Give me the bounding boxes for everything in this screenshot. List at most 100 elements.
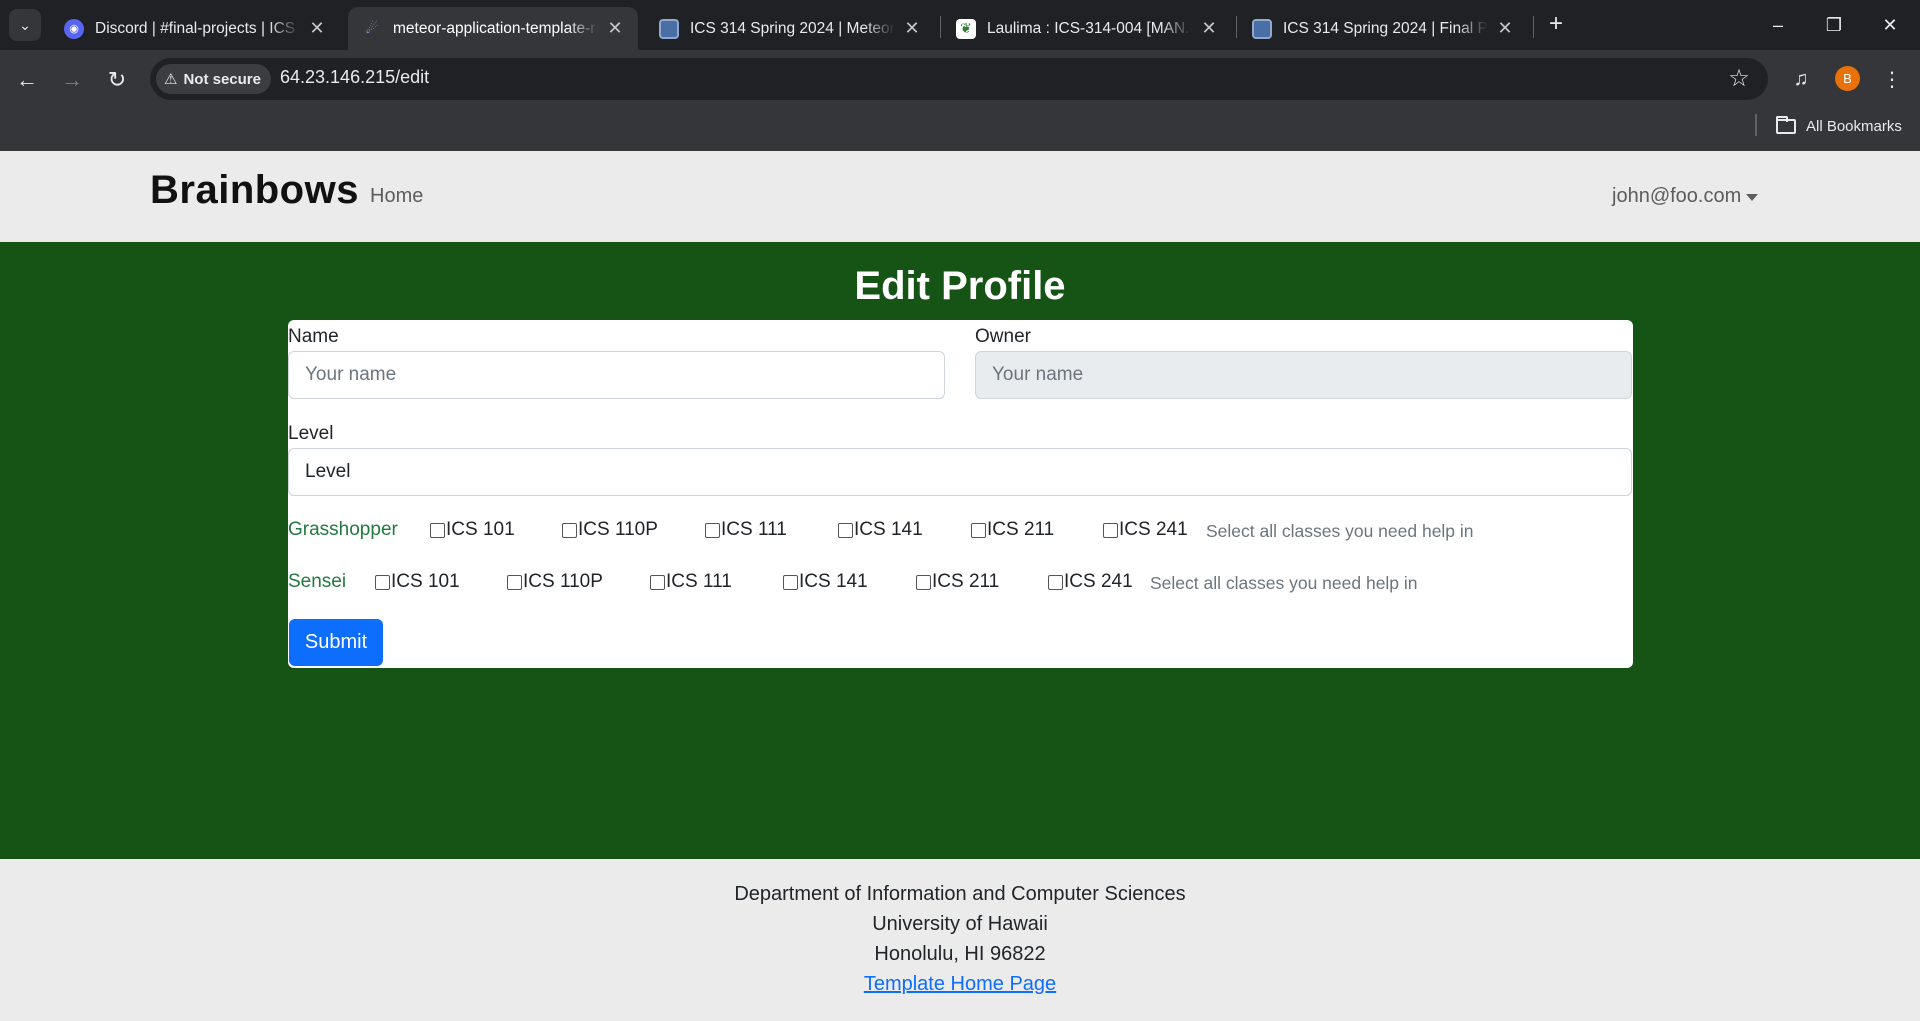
bookmark-star-icon[interactable]: ☆ <box>1724 64 1754 94</box>
forward-button[interactable]: → <box>54 62 90 98</box>
media-control-icon[interactable]: ♫ <box>1784 62 1818 96</box>
checkbox-label: ICS 211 <box>932 571 1000 592</box>
checkbox[interactable] <box>650 574 665 590</box>
tab-strip: ⌄ ◉ Discord | #final-projects | ICS 31 ✕… <box>0 0 1920 50</box>
tab-title: ICS 314 Spring 2024 | Final Proj <box>1283 19 1488 37</box>
level-label: Level <box>288 423 334 444</box>
chevron-down-icon: ⌄ <box>19 16 31 33</box>
checkbox-label: ICS 141 <box>854 519 923 540</box>
sensei-checkbox-ics141[interactable]: ICS 141 <box>783 571 868 593</box>
checkbox-label: ICS 241 <box>1119 519 1188 540</box>
grasshopper-row: Grasshopper ICS 101 ICS 110P ICS 111 ICS… <box>288 515 1588 545</box>
footer-link-wrap: Template Home Page <box>0 973 1920 996</box>
close-icon[interactable]: ✕ <box>1198 18 1220 39</box>
profile-avatar[interactable]: B <box>1835 66 1860 91</box>
tab-title: Discord | #final-projects | ICS 31 <box>95 19 300 37</box>
sensei-help-text: Select all classes you need help in <box>1150 573 1418 593</box>
user-email: john@foo.com <box>1612 185 1742 207</box>
checkbox-label: ICS 110P <box>523 571 603 592</box>
brand-logo[interactable]: Brainbows <box>150 168 359 213</box>
sensei-checkbox-ics241[interactable]: ICS 241 <box>1048 571 1133 593</box>
page-title: Edit Profile <box>854 264 1066 308</box>
tab-title: ICS 314 Spring 2024 | Meteor A <box>690 19 895 37</box>
grasshopper-checkbox-ics141[interactable]: ICS 141 <box>838 519 923 541</box>
level-select-value: Level <box>305 461 351 482</box>
restore-icon: ❐ <box>1825 14 1843 35</box>
name-input[interactable] <box>288 351 945 399</box>
checkbox[interactable] <box>562 522 577 538</box>
tab-divider <box>1236 16 1237 38</box>
owner-input <box>975 351 1632 399</box>
checkbox[interactable] <box>838 522 853 538</box>
close-icon[interactable]: ✕ <box>604 18 626 39</box>
sensei-checkbox-ics101[interactable]: ICS 101 <box>375 571 460 593</box>
bookmarks-label: All Bookmarks <box>1806 117 1902 135</box>
tab-search-button[interactable]: ⌄ <box>9 9 41 41</box>
checkbox-label: ICS 241 <box>1064 571 1133 592</box>
checkbox[interactable] <box>916 574 931 590</box>
submit-button[interactable]: Submit <box>289 619 383 666</box>
checkbox[interactable] <box>971 522 986 538</box>
grasshopper-help-text: Select all classes you need help in <box>1206 521 1474 541</box>
close-icon: ✕ <box>1882 14 1898 35</box>
reload-icon: ↻ <box>107 67 127 92</box>
checkbox-label: ICS 110P <box>578 519 658 540</box>
sensei-checkbox-ics111[interactable]: ICS 111 <box>650 571 732 593</box>
new-tab-button[interactable]: + <box>1542 10 1570 38</box>
footer-department: Department of Information and Computer S… <box>734 883 1186 905</box>
grasshopper-checkbox-ics110p[interactable]: ICS 110P <box>562 519 658 541</box>
checkbox[interactable] <box>430 522 445 538</box>
reload-button[interactable]: ↻ <box>99 62 135 98</box>
user-dropdown[interactable]: john@foo.com <box>1612 185 1759 208</box>
url-text[interactable]: 64.23.146.215/edit <box>280 67 429 88</box>
folder-icon <box>1776 115 1796 134</box>
meteor-icon: ☄ <box>365 20 379 36</box>
minimize-button[interactable]: – <box>1750 0 1806 50</box>
grasshopper-checkbox-ics111[interactable]: ICS 111 <box>705 519 787 541</box>
caret-down-icon <box>1746 194 1759 201</box>
tab-meteor-app[interactable]: ☄ meteor-application-template-re ✕ <box>348 7 638 50</box>
checkbox[interactable] <box>705 522 720 538</box>
all-bookmarks-button[interactable]: All Bookmarks <box>1776 114 1902 138</box>
warning-icon: ⚠ <box>164 71 178 88</box>
sensei-row: Sensei ICS 101 ICS 110P ICS 111 ICS 141 … <box>288 567 1588 597</box>
owner-label: Owner <box>975 326 1031 347</box>
grasshopper-checkbox-ics101[interactable]: ICS 101 <box>430 519 515 541</box>
nav-home-link[interactable]: Home <box>370 185 423 208</box>
tab-ics314-meteor[interactable]: ICS 314 Spring 2024 | Meteor A ✕ <box>645 7 935 50</box>
checkbox[interactable] <box>375 574 390 590</box>
close-icon[interactable]: ✕ <box>306 18 328 39</box>
back-button[interactable]: ← <box>9 62 45 98</box>
more-menu-icon[interactable]: ⋮ <box>1875 62 1909 96</box>
checkbox[interactable] <box>1103 522 1118 538</box>
arrow-right-icon: → <box>61 67 83 92</box>
checkbox-label: ICS 111 <box>666 571 732 592</box>
tab-ics314-final[interactable]: ICS 314 Spring 2024 | Final Proj ✕ <box>1238 7 1528 50</box>
level-select[interactable]: Level <box>288 448 1632 496</box>
grasshopper-checkbox-ics241[interactable]: ICS 241 <box>1103 519 1188 541</box>
tab-title: meteor-application-template-re <box>393 19 598 37</box>
plus-icon: + <box>1548 10 1563 37</box>
sensei-label: Sensei <box>288 571 347 592</box>
template-home-link[interactable]: Template Home Page <box>864 973 1056 995</box>
discord-icon: ◉ <box>64 18 84 39</box>
checkbox-label: ICS 101 <box>446 519 515 540</box>
sensei-checkbox-ics110p[interactable]: ICS 110P <box>507 571 603 593</box>
page-icon <box>659 18 679 39</box>
minimize-icon: – <box>1772 14 1783 35</box>
restore-button[interactable]: ❐ <box>1806 0 1862 50</box>
tab-discord[interactable]: ◉ Discord | #final-projects | ICS 31 ✕ <box>50 7 340 50</box>
sensei-checkbox-ics211[interactable]: ICS 211 <box>916 571 999 593</box>
tab-divider <box>1533 16 1534 38</box>
checkbox[interactable] <box>507 574 522 590</box>
checkbox-label: ICS 111 <box>721 519 787 540</box>
tab-laulima[interactable]: ❦ Laulima : ICS-314-004 [MAN.88 ✕ <box>942 7 1232 50</box>
close-window-button[interactable]: ✕ <box>1862 0 1918 50</box>
close-icon[interactable]: ✕ <box>901 18 923 39</box>
site-info-chip[interactable]: ⚠ Not secure <box>156 64 271 94</box>
checkbox[interactable] <box>783 574 798 590</box>
checkbox[interactable] <box>1048 574 1063 590</box>
close-icon[interactable]: ✕ <box>1494 18 1516 39</box>
grasshopper-checkbox-ics211[interactable]: ICS 211 <box>971 519 1054 541</box>
security-label: Not secure <box>183 70 261 88</box>
